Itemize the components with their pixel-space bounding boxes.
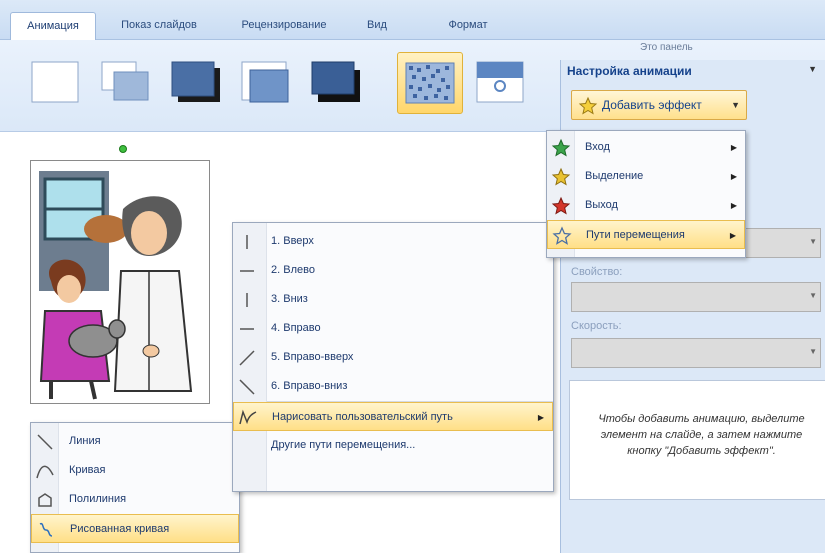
- menu-item-label: 1. Вверх: [271, 235, 314, 247]
- speed-combo[interactable]: [571, 338, 821, 368]
- tab-view[interactable]: Вид: [352, 12, 402, 40]
- add-effect-menu: Вход ▶ Выделение ▶ Выход ▶ Пути перемеще…: [546, 130, 746, 258]
- menu-item-label: 2. Влево: [271, 264, 315, 276]
- menu-item-label: Кривая: [69, 464, 106, 476]
- menu-item-label: 5. Вправо-вверх: [271, 351, 354, 363]
- menu-item-left[interactable]: 2. Влево: [233, 256, 553, 285]
- add-effect-button[interactable]: Добавить эффект ▼: [571, 90, 747, 120]
- submenu-arrow-icon: ▶: [729, 231, 736, 240]
- pane-options-icon[interactable]: ▼: [808, 64, 817, 74]
- menu-item-label: Выделение: [585, 170, 644, 182]
- menu-item-label: Линия: [69, 435, 101, 447]
- menu-item-line[interactable]: Линия: [31, 427, 239, 456]
- draw-path-submenu: Линия Кривая Полилиния Рисованная кривая: [30, 422, 240, 553]
- yellow-star-icon: [551, 167, 571, 187]
- menu-item-label: Выход: [585, 199, 618, 211]
- menu-item-up[interactable]: 1. Вверх: [233, 227, 553, 256]
- add-effect-star-icon: [578, 96, 598, 116]
- transition-thumb-blank[interactable]: [30, 58, 82, 106]
- line-down-icon: [237, 290, 257, 310]
- animation-list-hint: Чтобы добавить анимацию, выделите элемен…: [569, 380, 825, 500]
- curve-icon: [35, 461, 55, 481]
- line-icon: [35, 432, 55, 452]
- menu-item-down[interactable]: 3. Вниз: [233, 285, 553, 314]
- menu-item-label: 3. Вниз: [271, 293, 308, 305]
- menu-item-right[interactable]: 4. Вправо: [233, 314, 553, 343]
- line-up-right-icon: [237, 348, 257, 368]
- motion-paths-submenu: 1. Вверх 2. Влево 3. Вниз 4. Вправо 5. В…: [232, 222, 554, 492]
- menu-item-curve[interactable]: Кривая: [31, 456, 239, 485]
- pane-top-text: Это панель: [640, 42, 693, 53]
- menu-item-scribble[interactable]: Рисованная кривая: [31, 514, 239, 543]
- menu-item-label: Рисованная кривая: [70, 523, 170, 535]
- polyline-icon: [35, 490, 55, 510]
- tab-review[interactable]: Рецензирование: [222, 12, 346, 40]
- transition-thumb-dissolve[interactable]: [397, 52, 463, 114]
- green-star-icon: [551, 138, 571, 158]
- transition-thumb-cover[interactable]: [240, 58, 292, 106]
- menu-item-entrance[interactable]: Вход ▶: [547, 133, 745, 162]
- property-label: Свойство:: [571, 266, 623, 278]
- tab-slide-show[interactable]: Показ слайдов: [104, 12, 214, 40]
- rotate-handle[interactable]: [119, 145, 127, 153]
- menu-item-label: Полилиния: [69, 493, 127, 505]
- menu-item-up-right[interactable]: 5. Вправо-вверх: [233, 343, 553, 372]
- menu-item-polyline[interactable]: Полилиния: [31, 485, 239, 514]
- submenu-arrow-icon: ▶: [730, 172, 737, 181]
- line-up-icon: [237, 232, 257, 252]
- tab-format[interactable]: Формат: [418, 12, 518, 40]
- menu-item-label: Нарисовать пользовательский путь: [272, 411, 453, 423]
- menu-item-more-paths[interactable]: Другие пути перемещения...: [233, 431, 553, 460]
- line-left-icon: [237, 261, 257, 281]
- pane-title: Настройка анимации: [567, 64, 692, 78]
- freeform-path-icon: [238, 408, 258, 428]
- menu-item-label: 4. Вправо: [271, 322, 321, 334]
- submenu-arrow-icon: ▶: [537, 413, 544, 422]
- submenu-arrow-icon: ▶: [730, 143, 737, 152]
- ribbon-tab-bar: Анимация Показ слайдов Рецензирование Ви…: [0, 0, 825, 40]
- scribble-icon: [36, 520, 56, 540]
- red-star-icon: [551, 196, 571, 216]
- line-down-right-icon: [237, 377, 257, 397]
- add-effect-label: Добавить эффект: [602, 98, 702, 112]
- transition-thumb-push[interactable]: [310, 58, 362, 106]
- menu-item-motion-paths[interactable]: Пути перемещения ▶: [547, 220, 745, 249]
- transition-thumb-wipe[interactable]: [475, 58, 527, 106]
- menu-item-exit[interactable]: Выход ▶: [547, 191, 745, 220]
- menu-item-label: Вход: [585, 141, 610, 153]
- menu-item-emphasis[interactable]: Выделение ▶: [547, 162, 745, 191]
- transition-thumb-shadow[interactable]: [170, 58, 222, 106]
- speed-label: Скорость:: [571, 320, 622, 332]
- menu-item-draw-custom-path[interactable]: Нарисовать пользовательский путь ▶: [233, 402, 553, 431]
- menu-item-label: Пути перемещения: [586, 229, 685, 241]
- line-right-icon: [237, 319, 257, 339]
- outline-star-icon: [552, 226, 572, 246]
- tab-animation[interactable]: Анимация: [10, 12, 96, 40]
- slide-clipart-image[interactable]: [30, 160, 210, 404]
- submenu-arrow-icon: ▶: [730, 201, 737, 210]
- menu-item-label: 6. Вправо-вниз: [271, 380, 348, 392]
- menu-item-down-right[interactable]: 6. Вправо-вниз: [233, 372, 553, 401]
- menu-item-label: Другие пути перемещения...: [271, 439, 416, 451]
- transition-thumb-fade[interactable]: [100, 58, 152, 106]
- property-combo[interactable]: [571, 282, 821, 312]
- chevron-down-icon: ▼: [731, 100, 740, 110]
